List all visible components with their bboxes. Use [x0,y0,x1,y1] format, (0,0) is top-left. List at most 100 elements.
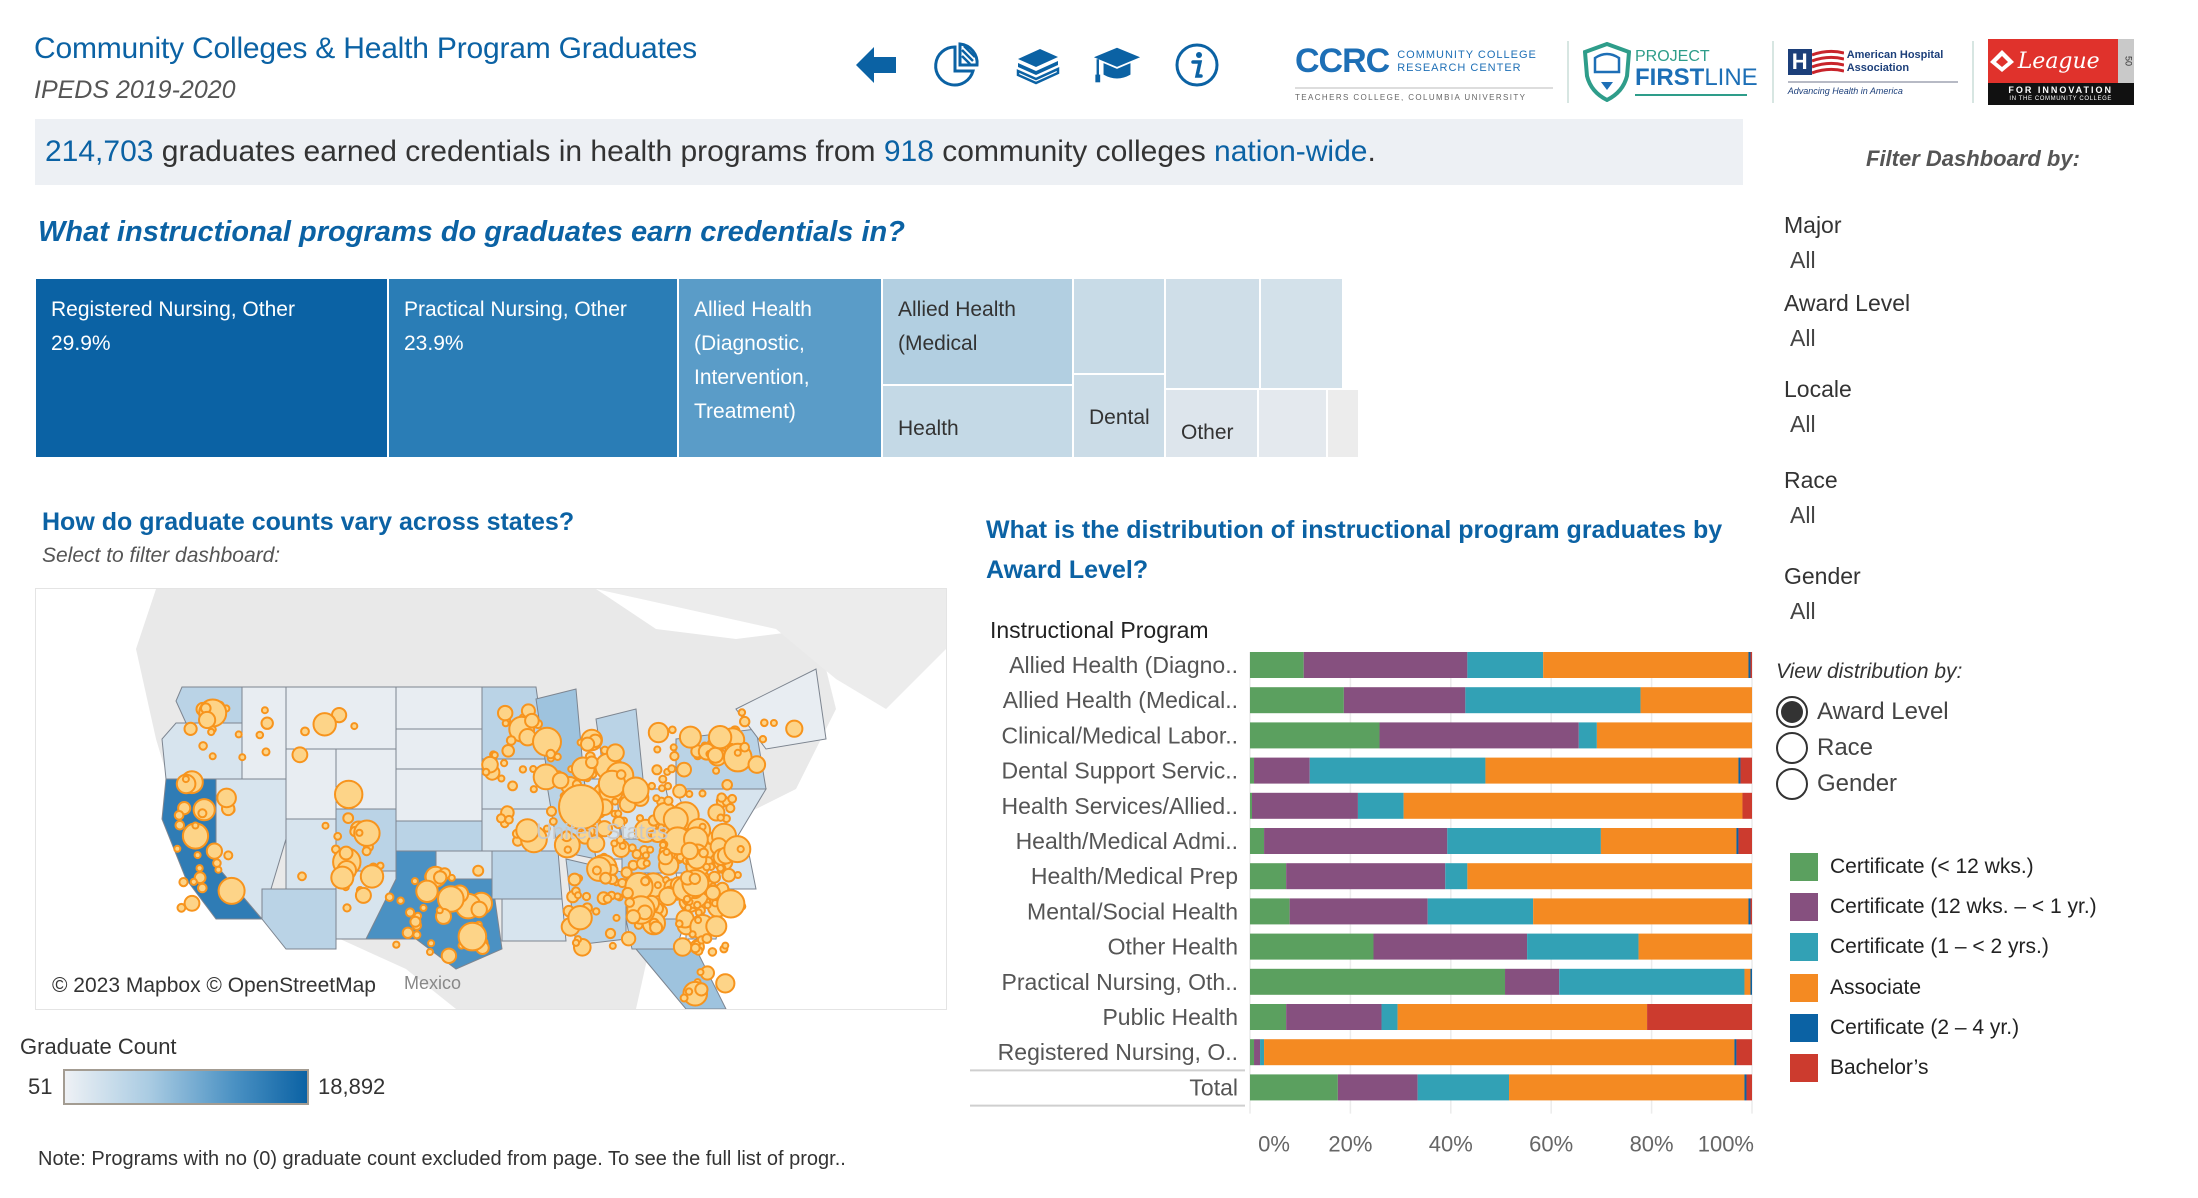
state-shape[interactable] [395,686,483,730]
bar-segment[interactable] [1505,968,1560,995]
view-by-radio[interactable]: Gender [1776,766,1897,802]
state-shape[interactable] [241,686,287,780]
college-dot[interactable] [426,948,434,956]
college-dot[interactable] [342,903,352,913]
bar-segment[interactable] [1250,968,1506,995]
bar-segment[interactable] [1289,898,1428,925]
college-dot[interactable] [189,877,198,886]
college-dot[interactable] [631,849,642,860]
bar-segment[interactable] [1250,1039,1255,1066]
bar-segment[interactable] [1427,898,1534,925]
college-dot[interactable] [716,792,727,803]
college-dot[interactable] [678,725,702,749]
college-dot[interactable] [672,783,687,799]
state-map[interactable]: United States Mexico © 2023 Mapbox © Ope… [35,588,947,1010]
college-dot[interactable] [669,751,680,762]
college-dot[interactable] [412,930,422,940]
college-dot[interactable] [625,909,641,925]
map-canvas[interactable]: United States Mexico [36,589,946,1009]
footnote[interactable]: Note: Programs with no (0) graduate coun… [38,1148,846,1171]
college-dot[interactable] [736,845,745,854]
college-dot[interactable] [472,864,485,877]
treemap-cell[interactable]: Dental [1074,375,1164,457]
bar-segment[interactable] [1748,652,1751,678]
college-dot[interactable] [234,730,243,739]
college-dot[interactable] [415,879,439,903]
college-dot[interactable] [447,873,456,882]
treemap-cell[interactable]: Practical Nursing, Other 23.9% [389,279,677,457]
college-dot[interactable] [621,886,634,900]
bar-segment[interactable] [1309,757,1486,784]
college-dot[interactable] [715,973,736,994]
bar-segment[interactable] [1250,898,1290,925]
pie-chart-icon[interactable] [932,40,982,90]
college-dot[interactable] [675,919,684,929]
college-dot[interactable] [760,718,769,728]
college-dot[interactable] [721,867,737,883]
bar-segment[interactable] [1260,1039,1265,1066]
bar-segment[interactable] [1744,968,1751,995]
legend-item[interactable]: Bachelor’s [1790,1053,1928,1083]
college-dot[interactable] [606,743,625,763]
bar-segment[interactable] [1250,933,1374,960]
college-dot[interactable] [705,915,728,938]
college-dot[interactable] [551,771,570,790]
aha-logo[interactable]: H American Hospital Association Advancin… [1787,48,1958,96]
college-dot[interactable] [663,795,674,806]
bar-segment[interactable] [1250,757,1255,784]
bar-segment[interactable] [1250,1074,1338,1101]
college-dot[interactable] [698,847,709,859]
bar-segment[interactable] [1250,1004,1287,1030]
college-dot[interactable] [680,841,699,861]
college-dot[interactable] [769,719,778,727]
college-dot[interactable] [669,743,678,752]
college-dot[interactable] [500,759,509,768]
filter-dropdown[interactable]: All [1790,411,1816,438]
bar-segment[interactable] [1744,1074,1747,1101]
college-dot[interactable] [688,930,697,939]
college-dot[interactable] [419,903,428,912]
college-dot[interactable] [504,814,514,825]
college-dot[interactable] [300,726,310,737]
books-icon[interactable] [1012,40,1062,90]
college-dot[interactable] [721,779,734,791]
bar-segment[interactable] [1417,1074,1510,1101]
college-dot[interactable] [333,831,343,841]
legend-item[interactable]: Certificate (< 12 wks.) [1790,852,2034,882]
college-dot[interactable] [684,987,694,996]
college-dot[interactable] [529,785,538,794]
college-dot[interactable] [205,842,223,860]
college-dot[interactable] [440,947,458,964]
college-dot[interactable] [688,872,702,885]
college-dot[interactable] [354,886,372,904]
college-dot[interactable] [567,872,582,887]
college-dot[interactable] [721,941,730,950]
bar-segment[interactable] [1250,722,1380,749]
radio-selected-icon[interactable] [1776,696,1808,728]
college-dot[interactable] [705,884,721,901]
college-dot[interactable] [567,905,593,931]
league-logo[interactable]: League 50 FOR INNOVATION IN THE COMMUNIT… [1987,39,2134,105]
college-dot[interactable] [312,712,337,737]
college-dot[interactable] [758,735,768,744]
college-dot[interactable] [592,907,601,916]
bar-segment[interactable] [1286,1004,1382,1030]
college-dot[interactable] [216,787,237,809]
college-dot[interactable] [725,803,736,814]
college-dot[interactable] [702,862,711,872]
college-dot[interactable] [409,915,422,928]
college-dot[interactable] [384,892,395,903]
college-dot[interactable] [608,941,617,950]
bar-segment[interactable] [1600,828,1737,854]
college-dot[interactable] [653,745,662,754]
college-dot[interactable] [615,769,627,780]
graduation-cap-icon[interactable] [1092,40,1142,90]
filter-dropdown[interactable]: All [1790,247,1816,274]
bar-segment[interactable] [1264,1039,1735,1066]
college-dot[interactable] [481,767,491,777]
college-dot[interactable] [739,715,751,728]
bar-segment[interactable] [1357,792,1404,819]
college-dot[interactable] [640,876,651,887]
college-dot[interactable] [183,721,198,736]
college-dot[interactable] [410,877,419,886]
